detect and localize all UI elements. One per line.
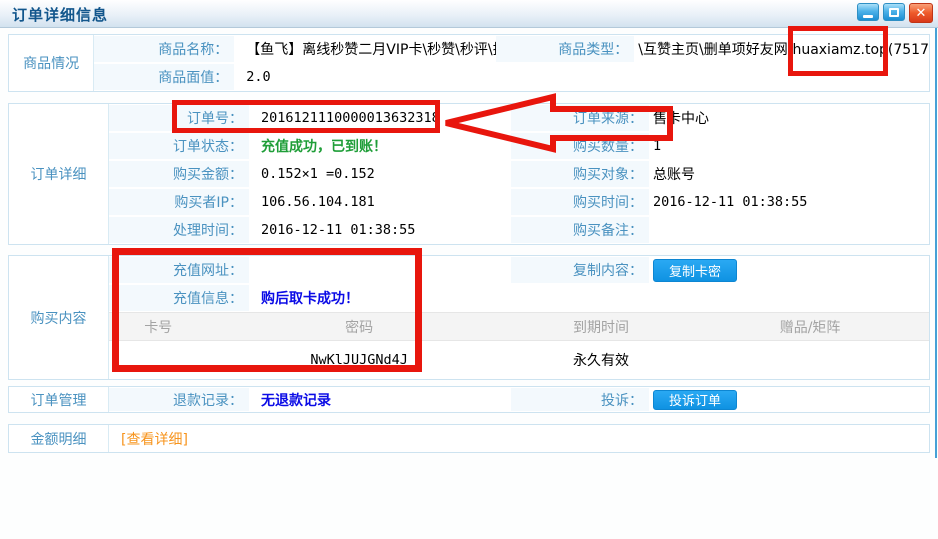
order-target-value: 总账号	[649, 164, 929, 184]
row-recharge-url: 充值网址： 复制内容： 复制卡密	[109, 256, 929, 284]
refund-label: 退款记录：	[109, 388, 249, 411]
section-order: 订单详细 订单号： 2016121110000013632318 订单来源： 售…	[8, 103, 930, 245]
section-order-label: 订单详细	[9, 104, 109, 244]
card-exp-header: 到期时间	[511, 317, 691, 337]
order-remark-label: 购买备注：	[511, 217, 649, 243]
order-no-label: 订单号：	[109, 105, 249, 131]
product-face-label: 商品面值：	[94, 64, 234, 90]
close-icon: ✕	[916, 7, 927, 20]
maximize-button[interactable]	[883, 3, 905, 21]
order-amount-label: 购买金额：	[109, 161, 249, 187]
order-no-value: 2016121110000013632318	[249, 110, 511, 126]
order-source-label: 订单来源：	[511, 105, 649, 131]
recharge-info-value: 购后取卡成功！	[249, 288, 929, 308]
row-amount-detail: [查看详细]	[109, 425, 929, 452]
row-order-no: 订单号： 2016121110000013632318 订单来源： 售卡中心	[109, 104, 929, 132]
section-amount: 金额明细 [查看详细]	[8, 424, 930, 453]
close-button[interactable]: ✕	[909, 3, 933, 23]
process-time-label: 处理时间：	[109, 217, 249, 243]
title-bar: 订单详细信息 ✕	[0, 0, 938, 28]
order-status-value: 充值成功，已到账！	[249, 136, 511, 156]
section-purchase: 购买内容 充值网址： 复制内容： 复制卡密 充值信息： 购后取卡成功！ 卡号 密…	[8, 255, 930, 380]
minimize-icon	[863, 15, 873, 18]
row-order-amount: 购买金额： 0.152×1 =0.152 购买对象： 总账号	[109, 160, 929, 188]
recharge-info-label: 充值信息：	[109, 285, 249, 311]
product-face-value: 2.0	[234, 69, 496, 85]
buy-time-label: 购买时间：	[511, 189, 649, 215]
row-order-status: 订单状态： 充值成功，已到账！ 购买数量： 1	[109, 132, 929, 160]
buy-time-value: 2016-12-11 01:38:55	[649, 194, 929, 210]
row-product-name: 商品名称： 【鱼飞】离线秒赞二月VIP卡\秒赞\秒评\挂挂 商品类型： \互赞主…	[94, 35, 929, 63]
maximize-icon	[889, 8, 899, 17]
buyer-ip-label: 购买者IP：	[109, 189, 249, 215]
order-qty-label: 购买数量：	[511, 133, 649, 159]
section-purchase-label: 购买内容	[9, 256, 109, 379]
card-no-header: 卡号	[109, 317, 207, 337]
order-target-label: 购买对象：	[511, 161, 649, 187]
row-refund: 退款记录： 无退款记录 投诉： 投诉订单	[109, 387, 929, 412]
complain-order-button[interactable]: 投诉订单	[653, 390, 737, 410]
recharge-url-label: 充值网址：	[109, 257, 249, 283]
product-name-value: 【鱼飞】离线秒赞二月VIP卡\秒赞\秒评\挂挂	[234, 39, 496, 59]
row-product-face: 商品面值： 2.0	[94, 63, 929, 91]
row-order-ip: 购买者IP： 106.56.104.181 购买时间： 2016-12-11 0…	[109, 188, 929, 216]
refund-value: 无退款记录	[249, 390, 511, 410]
right-frame-border	[935, 28, 937, 458]
row-order-process: 处理时间： 2016-12-11 01:38:55 购买备注：	[109, 216, 929, 244]
copy-content-label: 复制内容：	[511, 257, 649, 283]
section-product-label: 商品情况	[9, 35, 94, 91]
order-qty-value: 1	[649, 138, 929, 154]
minimize-button[interactable]	[857, 3, 879, 21]
order-amount-value: 0.152×1 =0.152	[249, 166, 511, 182]
product-type-value: \互赞主页\删单项好友网:huaxiamz.top(7517	[634, 39, 929, 59]
view-detail-link[interactable]: [查看详细]	[109, 429, 188, 449]
section-amount-label: 金额明细	[9, 425, 109, 452]
buyer-ip-value: 106.56.104.181	[249, 194, 511, 210]
card-pwd-header: 密码	[207, 317, 510, 337]
card-table-row: NwKlJUJGNd4J 永久有效	[109, 341, 929, 378]
card-table-header: 卡号 密码 到期时间 赠品/矩阵	[109, 312, 929, 341]
window-controls: ✕	[853, 3, 933, 23]
product-name-label: 商品名称：	[94, 36, 234, 62]
process-time-value: 2016-12-11 01:38:55	[249, 222, 511, 238]
product-type-label: 商品类型：	[496, 36, 634, 62]
page-title: 订单详细信息	[12, 4, 108, 25]
complaint-label: 投诉：	[511, 388, 649, 411]
copy-card-button[interactable]: 复制卡密	[653, 259, 737, 282]
order-source-value: 售卡中心	[649, 108, 929, 128]
section-manage: 订单管理 退款记录： 无退款记录 投诉： 投诉订单	[8, 386, 930, 413]
card-pwd-value: NwKlJUJGNd4J	[207, 352, 510, 368]
card-gift-header: 赠品/矩阵	[691, 317, 929, 337]
card-exp-value: 永久有效	[511, 350, 691, 370]
section-manage-label: 订单管理	[9, 387, 109, 412]
row-recharge-info: 充值信息： 购后取卡成功！	[109, 284, 929, 312]
order-status-label: 订单状态：	[109, 133, 249, 159]
section-product: 商品情况 商品名称： 【鱼飞】离线秒赞二月VIP卡\秒赞\秒评\挂挂 商品类型：…	[8, 34, 930, 92]
